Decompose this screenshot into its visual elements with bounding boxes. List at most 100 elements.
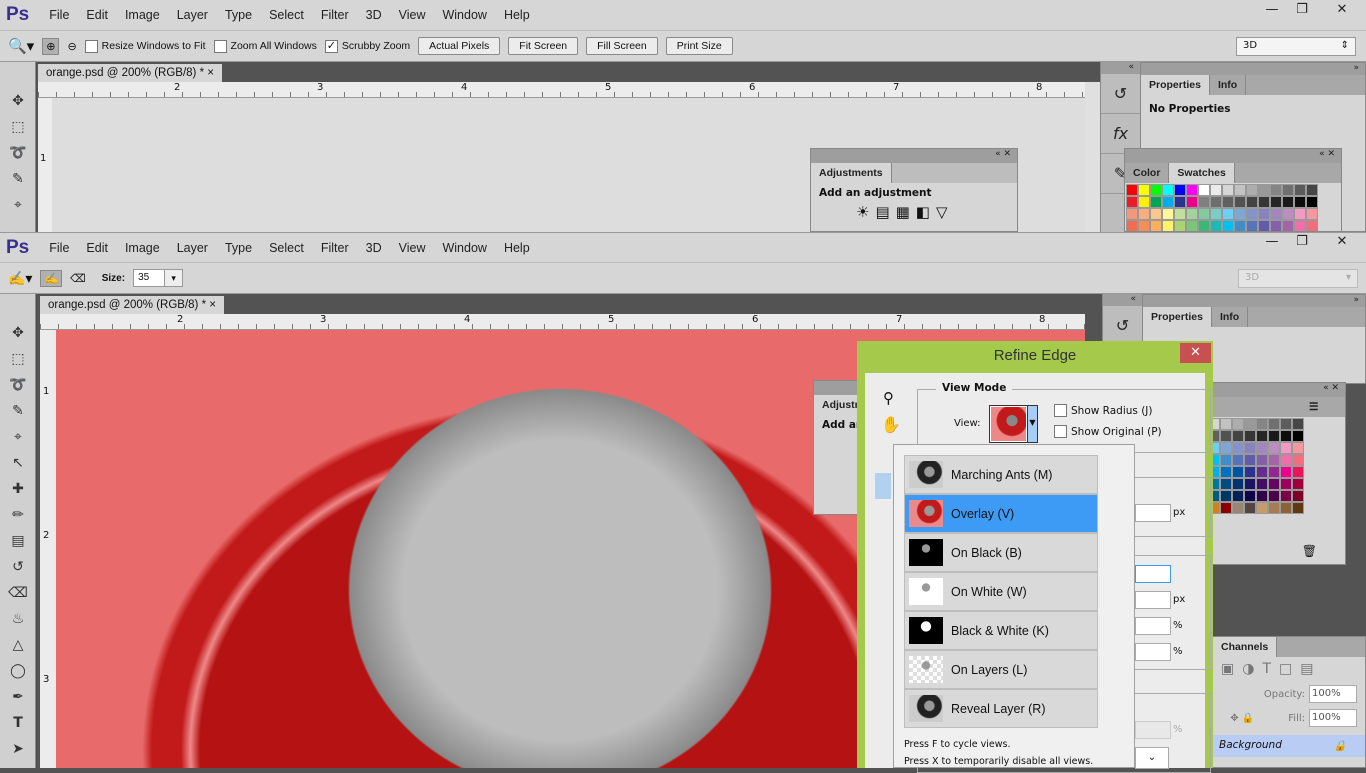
swatch[interactable] xyxy=(1256,478,1268,490)
swatch[interactable] xyxy=(1150,196,1162,208)
clone-stamp-tool-icon[interactable]: ▤ xyxy=(0,528,36,554)
close-tab-icon[interactable]: × xyxy=(207,67,214,79)
swatch[interactable] xyxy=(1138,184,1150,196)
swatch[interactable] xyxy=(1174,208,1186,220)
swatch[interactable] xyxy=(1232,502,1244,514)
shift-edge-field[interactable] xyxy=(1135,643,1171,661)
swatch[interactable] xyxy=(1244,502,1256,514)
swatch[interactable] xyxy=(1292,418,1304,430)
swatch[interactable] xyxy=(1280,490,1292,502)
type-tool-icon[interactable]: T xyxy=(0,710,36,736)
swatch[interactable] xyxy=(1234,184,1246,196)
view-option[interactable]: Marching Ants (M) xyxy=(904,455,1098,494)
swatch[interactable] xyxy=(1258,184,1270,196)
resize-windows-checkbox[interactable]: Resize Windows to Fit xyxy=(84,39,206,53)
view-option[interactable]: Black & White (K) xyxy=(904,611,1098,650)
menu-filter[interactable]: Filter xyxy=(321,241,349,255)
swatch[interactable] xyxy=(1220,418,1232,430)
tab-info[interactable]: Info xyxy=(1212,307,1249,327)
swatch[interactable] xyxy=(1234,220,1246,231)
swatch[interactable] xyxy=(1232,466,1244,478)
swatch[interactable] xyxy=(1186,196,1198,208)
swatch[interactable] xyxy=(1280,478,1292,490)
swatch[interactable] xyxy=(1210,220,1222,231)
swatch[interactable] xyxy=(1256,442,1268,454)
menu-type[interactable]: Type xyxy=(225,8,252,22)
swatch[interactable] xyxy=(1234,196,1246,208)
tab-properties[interactable]: Properties xyxy=(1141,75,1210,95)
swatch[interactable] xyxy=(1222,208,1234,220)
swatch[interactable] xyxy=(1268,442,1280,454)
path-select-tool-icon[interactable]: ➤ xyxy=(0,736,36,762)
view-option[interactable]: On Layers (L) xyxy=(904,650,1098,689)
workspace-select[interactable]: 3D ▾ xyxy=(1238,269,1358,288)
doc-tab[interactable]: orange.psd @ 200% (RGB/8) * × xyxy=(40,296,224,314)
radius-field[interactable] xyxy=(1135,504,1171,522)
swatch[interactable] xyxy=(1198,196,1210,208)
swatch[interactable] xyxy=(1282,208,1294,220)
swatch[interactable] xyxy=(1220,442,1232,454)
swatch[interactable] xyxy=(1256,490,1268,502)
tab-channels[interactable]: Channels xyxy=(1213,637,1278,657)
move-tool-icon[interactable]: ✥ xyxy=(0,88,36,114)
menu-3d[interactable]: 3D xyxy=(366,8,382,22)
scrollbar-vertical-top[interactable] xyxy=(1085,82,1100,232)
swatch[interactable] xyxy=(1244,418,1256,430)
swatch[interactable] xyxy=(1294,184,1306,196)
menu-help[interactable]: Help xyxy=(504,241,530,255)
zoom-tool-icon[interactable]: 🔍▾ xyxy=(8,37,34,55)
swatch[interactable] xyxy=(1270,184,1282,196)
menu-file[interactable]: File xyxy=(49,8,69,22)
swatch[interactable] xyxy=(1232,490,1244,502)
swatch[interactable] xyxy=(1246,220,1258,231)
view-option[interactable]: On White (W) xyxy=(904,572,1098,611)
menu-window[interactable]: Window xyxy=(442,241,486,255)
quick-select-tool-icon[interactable]: ✎ xyxy=(0,166,36,192)
swatch[interactable] xyxy=(1232,442,1244,454)
swatch[interactable] xyxy=(1222,184,1234,196)
lasso-tool-icon[interactable]: ➰ xyxy=(0,140,36,166)
swatch[interactable] xyxy=(1268,454,1280,466)
crop-tool-icon[interactable]: ⌖ xyxy=(0,424,36,450)
swatch[interactable] xyxy=(1220,466,1232,478)
swatch[interactable] xyxy=(1186,220,1198,231)
swatch[interactable] xyxy=(1268,466,1280,478)
history-brush-tool-icon[interactable]: ↺ xyxy=(0,554,36,580)
zoom-all-windows-checkbox[interactable]: Zoom All Windows xyxy=(213,39,317,53)
menu-image[interactable]: Image xyxy=(125,8,160,22)
marquee-tool-icon[interactable]: ⬚ xyxy=(0,346,36,372)
delete-swatch-icon[interactable]: 🗑 xyxy=(1302,544,1317,558)
swatch[interactable] xyxy=(1268,418,1280,430)
close-tab-icon[interactable]: × xyxy=(209,299,216,311)
menu-window[interactable]: Window xyxy=(442,8,486,22)
swatch[interactable] xyxy=(1198,184,1210,196)
zoom-in-icon[interactable]: ⊕ xyxy=(42,37,60,55)
scrubby-zoom-checkbox[interactable]: ✓ Scrubby Zoom xyxy=(324,39,410,53)
restore-button[interactable]: ❐ xyxy=(1287,0,1317,20)
feather-field[interactable] xyxy=(1135,591,1171,609)
layer-filter-icons[interactable]: ▣◑T□▤ xyxy=(1201,657,1365,681)
swatch[interactable] xyxy=(1270,196,1282,208)
swatch[interactable] xyxy=(1138,220,1150,231)
swatch[interactable] xyxy=(1246,208,1258,220)
swatch[interactable] xyxy=(1126,196,1138,208)
actual-pixels-button[interactable]: Actual Pixels xyxy=(418,37,501,55)
menu-select[interactable]: Select xyxy=(269,241,304,255)
zoom-out-icon[interactable]: ⊖ xyxy=(67,40,76,53)
close-button[interactable]: ✕ xyxy=(1322,0,1362,20)
smooth-field[interactable] xyxy=(1135,565,1171,583)
swatch[interactable] xyxy=(1162,208,1174,220)
tab-adjustments[interactable]: Adjustments xyxy=(814,395,860,415)
show-radius-checkbox[interactable]: Show Radius (J) xyxy=(1054,404,1153,417)
view-option[interactable]: Reveal Layer (R) xyxy=(904,689,1098,728)
swatch[interactable] xyxy=(1258,208,1270,220)
history-icon[interactable]: ↺ xyxy=(1103,306,1142,346)
swatch[interactable] xyxy=(1292,430,1304,442)
swatch[interactable] xyxy=(1280,454,1292,466)
swatch[interactable] xyxy=(1268,490,1280,502)
swatch[interactable] xyxy=(1256,418,1268,430)
swatch[interactable] xyxy=(1306,208,1318,220)
swatch[interactable] xyxy=(1244,442,1256,454)
swatch[interactable] xyxy=(1162,196,1174,208)
swatch[interactable] xyxy=(1244,478,1256,490)
